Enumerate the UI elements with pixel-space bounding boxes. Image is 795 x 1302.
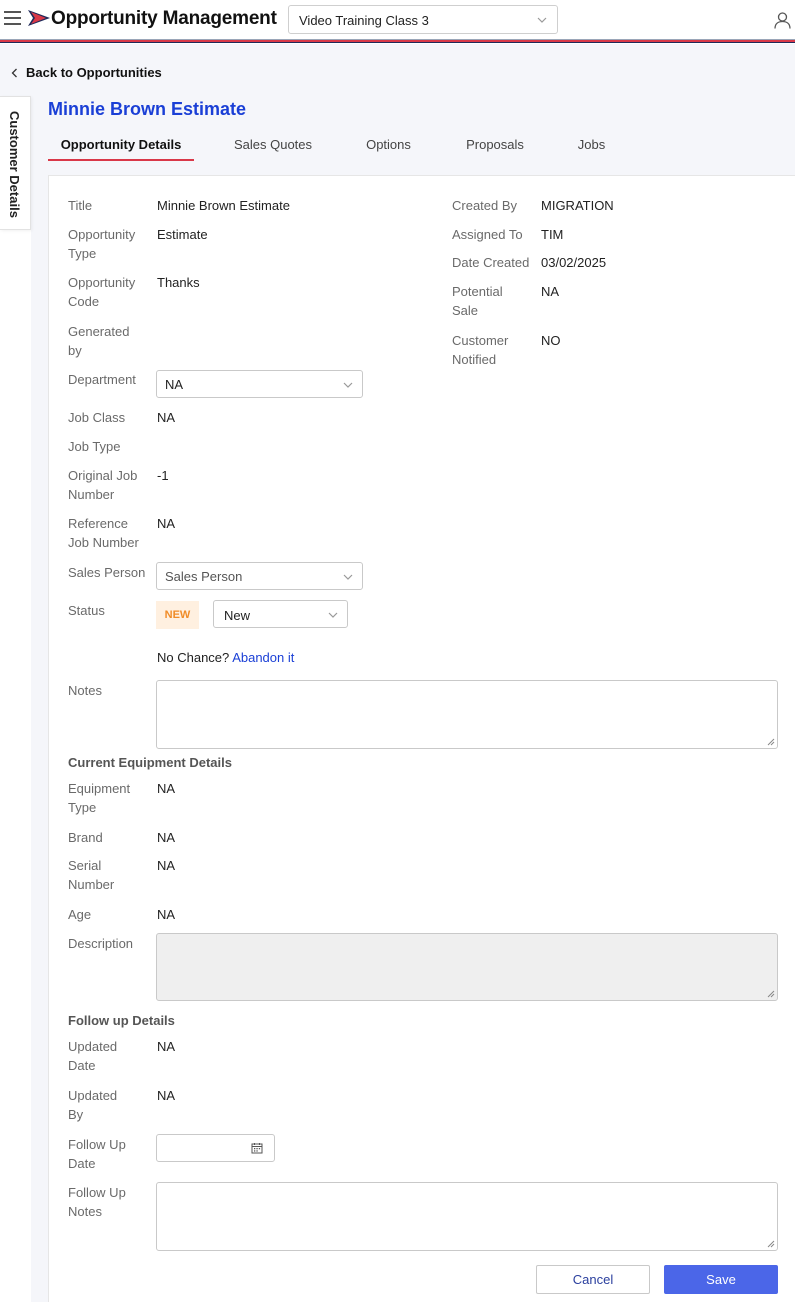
job-type-label: Job Type xyxy=(68,439,121,454)
status-select[interactable]: New xyxy=(213,600,348,628)
tab-jobs[interactable]: Jobs xyxy=(565,128,618,161)
notes-textarea[interactable] xyxy=(156,680,778,749)
followup-date-input[interactable] xyxy=(156,1134,275,1162)
page-title: Minnie Brown Estimate xyxy=(48,99,247,119)
status-badge: NEW xyxy=(156,601,199,629)
back-to-opportunities-link[interactable]: Back to Opportunities xyxy=(11,65,162,80)
save-button[interactable]: Save xyxy=(664,1265,778,1294)
tab-sales-quotes[interactable]: Sales Quotes xyxy=(194,128,352,161)
updated-date-value: NA xyxy=(157,1039,176,1054)
back-bar: Back to Opportunities xyxy=(0,44,795,96)
app-title: Opportunity Management xyxy=(51,8,277,29)
potential-sale-label: Potential Sale xyxy=(452,284,503,318)
date-created-label: Date Created xyxy=(452,255,530,270)
department-label: Department xyxy=(68,372,136,387)
company-select-value: Video Training Class 3 xyxy=(299,13,429,28)
customer-notified-value: NO xyxy=(541,333,561,348)
sales-person-placeholder: Sales Person xyxy=(165,569,243,584)
brand-label: Brand xyxy=(68,830,103,845)
calendar-icon[interactable] xyxy=(251,1142,263,1154)
no-chance-label: No Chance? xyxy=(157,650,230,665)
reference-job-number-label: Reference Job Number xyxy=(68,516,139,550)
chevron-down-icon xyxy=(343,574,353,580)
company-select[interactable]: Video Training Class 3 xyxy=(288,5,558,34)
department-select[interactable]: NA xyxy=(156,370,363,398)
chevron-down-icon xyxy=(328,612,338,618)
assigned-to-value: TIM xyxy=(541,227,564,242)
equipment-type-value: NA xyxy=(157,781,176,796)
original-job-number-label: Original Job Number xyxy=(68,468,138,502)
resize-grip-icon xyxy=(767,1240,775,1248)
age-label: Age xyxy=(68,907,92,922)
no-chance-text: No Chance? Abandon it xyxy=(157,648,294,667)
notes-label: Notes xyxy=(68,683,102,698)
customer-details-side-tab[interactable]: Customer Details xyxy=(0,96,31,230)
opportunity-code-value: Thanks xyxy=(157,275,200,290)
opportunity-type-value: Estimate xyxy=(157,227,208,242)
side-tab-label: Customer Details xyxy=(7,111,22,218)
abandon-link[interactable]: Abandon it xyxy=(232,650,294,665)
brand-value: NA xyxy=(157,830,176,845)
followup-date-label: Follow Up Date xyxy=(68,1137,126,1171)
status-select-value: New xyxy=(224,608,251,623)
job-class-value: NA xyxy=(157,410,176,425)
job-class-label: Job Class xyxy=(68,410,126,425)
generated-by-label: Generated by xyxy=(68,324,130,358)
followup-section-heading: Follow up Details xyxy=(68,1013,175,1028)
serial-number-value: NA xyxy=(157,858,176,873)
updated-date-label: Updated Date xyxy=(68,1039,118,1073)
logo-icon xyxy=(28,10,50,26)
created-by-value: MIGRATION xyxy=(541,198,614,213)
opportunity-type-label: Opportunity Type xyxy=(68,227,136,261)
description-textarea xyxy=(156,933,778,1001)
potential-sale-value: NA xyxy=(541,284,560,299)
followup-notes-label: Follow Up Notes xyxy=(68,1185,126,1219)
updated-by-value: NA xyxy=(157,1088,176,1103)
resize-grip-icon xyxy=(767,990,775,998)
customer-notified-label: Customer Notified xyxy=(452,333,509,367)
title-label: Title xyxy=(68,198,93,213)
title-value: Minnie Brown Estimate xyxy=(157,198,290,213)
user-profile-icon[interactable] xyxy=(774,12,791,29)
top-bar: Opportunity Management Video Training Cl… xyxy=(0,0,795,40)
reference-job-number-value: NA xyxy=(157,516,176,531)
created-by-label: Created By xyxy=(452,198,518,213)
tab-bar: Opportunity Details Sales Quotes Options… xyxy=(48,128,618,162)
tab-opportunity-details[interactable]: Opportunity Details xyxy=(48,128,194,161)
tab-options[interactable]: Options xyxy=(352,128,425,161)
equipment-section-heading: Current Equipment Details xyxy=(68,755,232,770)
sales-person-label: Sales Person xyxy=(68,565,146,580)
description-label: Description xyxy=(68,936,134,951)
resize-grip-icon xyxy=(767,738,775,746)
tab-proposals[interactable]: Proposals xyxy=(425,128,565,161)
chevron-down-icon xyxy=(343,382,353,388)
department-select-value: NA xyxy=(165,377,184,392)
back-link-label: Back to Opportunities xyxy=(26,65,162,80)
chevron-left-icon xyxy=(11,68,17,77)
followup-notes-textarea[interactable] xyxy=(156,1182,778,1251)
assigned-to-label: Assigned To xyxy=(452,227,523,242)
status-label: Status xyxy=(68,603,105,618)
sales-person-select[interactable]: Sales Person xyxy=(156,562,363,590)
serial-number-label: Serial Number xyxy=(68,858,115,892)
cancel-button[interactable]: Cancel xyxy=(536,1265,650,1294)
original-job-number-value: -1 xyxy=(157,468,169,483)
equipment-type-label: Equipment Type xyxy=(68,781,131,815)
chevron-down-icon xyxy=(537,17,547,23)
age-value: NA xyxy=(157,907,176,922)
hamburger-menu-icon[interactable] xyxy=(4,11,21,25)
opportunity-code-label: Opportunity Code xyxy=(68,275,136,309)
date-created-value: 03/02/2025 xyxy=(541,255,607,270)
updated-by-label: Updated By xyxy=(68,1088,118,1122)
